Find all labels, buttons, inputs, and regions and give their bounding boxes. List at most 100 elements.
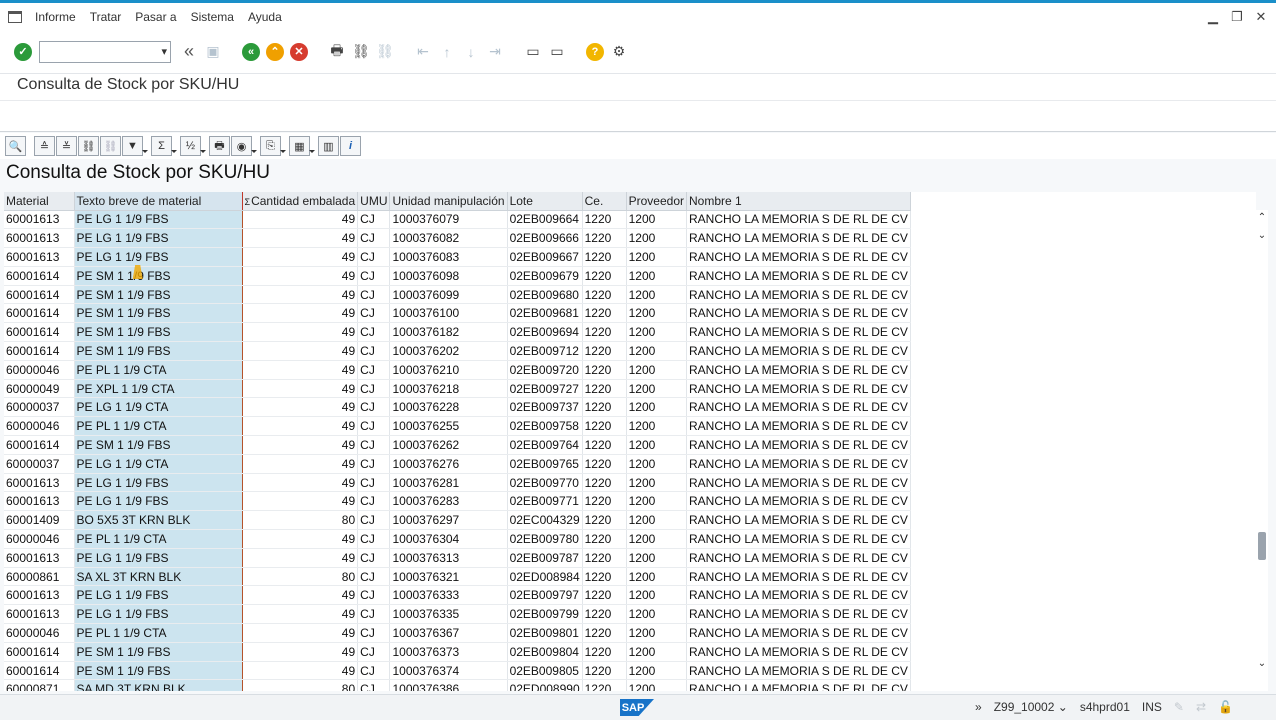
cell-proveedor[interactable]: 1200 <box>626 642 688 662</box>
cell-centro[interactable]: 1220 <box>582 604 627 625</box>
cell-umu[interactable]: CJ <box>357 510 391 531</box>
cell-proveedor[interactable]: 1200 <box>626 210 688 230</box>
cell-nombre[interactable]: RANCHO LA MEMORIA S DE RL DE CV <box>686 210 911 230</box>
cell-texto-breve[interactable]: PE LG 1 1/9 FBS <box>73 585 243 606</box>
cell-nombre[interactable]: RANCHO LA MEMORIA S DE RL DE CV <box>686 416 911 437</box>
cell-umu[interactable]: CJ <box>357 454 391 474</box>
help-icon[interactable]: ? <box>584 41 606 63</box>
cell-texto-breve[interactable]: PE SM 1 1/9 FBS <box>73 642 243 662</box>
information-icon[interactable]: i <box>340 136 361 156</box>
cell-unidad-manipulacion[interactable]: 1000376373 <box>389 642 508 662</box>
total-icon[interactable]: Σ <box>151 136 177 156</box>
cell-umu[interactable]: CJ <box>357 322 391 343</box>
cell-texto-breve[interactable]: PE LG 1 1/9 FBS <box>73 473 243 493</box>
cell-centro[interactable]: 1220 <box>582 416 627 437</box>
find-next-icon[interactable]: ⛓ <box>374 41 396 63</box>
cell-lote[interactable]: 02EB009680 <box>507 285 583 305</box>
cell-proveedor[interactable]: 1200 <box>626 341 688 361</box>
layout-icon[interactable]: ▦ <box>289 136 315 156</box>
cell-material[interactable]: 60001613 <box>4 228 75 249</box>
cell-cantidad[interactable]: 49 <box>242 604 359 625</box>
vertical-scrollbar[interactable]: ⌃ ⌄ ⌄ <box>1256 210 1268 691</box>
cell-unidad-manipulacion[interactable]: 1000376321 <box>389 567 508 587</box>
cell-centro[interactable]: 1220 <box>582 623 627 643</box>
cell-cantidad[interactable]: 49 <box>242 322 359 343</box>
cell-nombre[interactable]: RANCHO LA MEMORIA S DE RL DE CV <box>686 360 911 380</box>
cell-lote[interactable]: 02EB009765 <box>507 454 583 474</box>
menu-informe[interactable]: Informe <box>35 10 76 24</box>
cell-centro[interactable]: 1220 <box>582 360 627 380</box>
cell-lote[interactable]: 02EB009805 <box>507 661 583 681</box>
cell-cantidad[interactable]: 49 <box>242 210 359 230</box>
views-icon[interactable]: ◉ <box>231 136 257 156</box>
cell-lote[interactable]: 02EB009764 <box>507 435 583 455</box>
cell-unidad-manipulacion[interactable]: 1000376374 <box>389 661 508 681</box>
table-row[interactable]: 60001613 PE LG 1 1/9 FBS 49 CJ 1000376283 02E… <box>4 491 911 512</box>
cell-nombre[interactable]: RANCHO LA MEMORIA S DE RL DE CV <box>686 510 911 531</box>
next-page-icon[interactable]: ↓ <box>460 41 482 63</box>
cell-cantidad[interactable]: 80 <box>242 679 359 691</box>
table-row[interactable]: 60001614 PE SM 1 1/9 FBS 49 CJ 1000376202 02E… <box>4 341 911 361</box>
cell-material[interactable]: 60001613 <box>4 210 75 230</box>
cell-umu[interactable]: CJ <box>357 679 391 691</box>
cell-unidad-manipulacion[interactable]: 1000376218 <box>389 379 508 399</box>
cell-texto-breve[interactable]: PE SM 1 1/9 FBS <box>73 435 243 455</box>
sort-ascending-icon[interactable]: ≙ <box>34 136 55 156</box>
cell-nombre[interactable]: RANCHO LA MEMORIA S DE RL DE CV <box>686 548 911 568</box>
cell-proveedor[interactable]: 1200 <box>626 491 688 512</box>
table-row[interactable]: 60001614 PE SM 1 1/9 FBS 49 CJ 1000376262 02E… <box>4 435 911 455</box>
table-row[interactable]: 60000037 PE LG 1 1/9 CTA 49 CJ 1000376228 02E… <box>4 397 911 418</box>
subtotal-icon[interactable]: ½ <box>180 136 206 156</box>
cell-texto-breve[interactable]: PE SM 1 1/9 FBS <box>73 322 243 343</box>
cell-unidad-manipulacion[interactable]: 1000376262 <box>389 435 508 455</box>
cell-unidad-manipulacion[interactable]: 1000376079 <box>389 210 508 230</box>
cell-centro[interactable]: 1220 <box>582 379 627 399</box>
back-nav-icon[interactable]: « <box>178 41 200 63</box>
cell-material[interactable]: 60000046 <box>4 529 75 549</box>
cell-texto-breve[interactable]: PE LG 1 1/9 FBS <box>73 210 243 230</box>
cell-centro[interactable]: 1220 <box>582 548 627 568</box>
cancel-icon[interactable]: ✕ <box>288 41 310 63</box>
cell-texto-breve[interactable]: SA XL 3T KRN BLK <box>73 567 243 587</box>
table-row[interactable]: 60001613 PE LG 1 1/9 FBS 49 CJ 1000376335 02E… <box>4 604 911 625</box>
cell-cantidad[interactable]: 49 <box>242 397 359 418</box>
cell-proveedor[interactable]: 1200 <box>626 247 688 267</box>
cell-unidad-manipulacion[interactable]: 1000376283 <box>389 491 508 512</box>
cell-nombre[interactable]: RANCHO LA MEMORIA S DE RL DE CV <box>686 435 911 455</box>
cell-nombre[interactable]: RANCHO LA MEMORIA S DE RL DE CV <box>686 247 911 267</box>
cell-centro[interactable]: 1220 <box>582 529 627 549</box>
cell-unidad-manipulacion[interactable]: 1000376313 <box>389 548 508 568</box>
col-material[interactable]: Material <box>4 192 75 211</box>
cell-proveedor[interactable]: 1200 <box>626 322 688 343</box>
table-row[interactable]: 60000046 PE PL 1 1/9 CTA 49 CJ 1000376304 02E… <box>4 529 911 549</box>
cell-umu[interactable]: CJ <box>357 473 391 493</box>
cell-centro[interactable]: 1220 <box>582 661 627 681</box>
cell-unidad-manipulacion[interactable]: 1000376255 <box>389 416 508 437</box>
cell-lote[interactable]: 02EB009804 <box>507 642 583 662</box>
export-icon[interactable]: ⎘ <box>260 136 286 156</box>
col-lote[interactable]: Lote <box>507 192 583 211</box>
cell-unidad-manipulacion[interactable]: 1000376367 <box>389 623 508 643</box>
cell-texto-breve[interactable]: PE LG 1 1/9 CTA <box>73 397 243 418</box>
menu-sistema[interactable]: Sistema <box>191 10 234 24</box>
table-row[interactable]: 60001614 PE SM 1 1/9 FBS 49 CJ 1000376373 02E… <box>4 642 911 662</box>
cell-texto-breve[interactable]: PE XPL 1 1/9 CTA <box>73 379 243 399</box>
cell-umu[interactable]: CJ <box>357 416 391 437</box>
table-row[interactable]: 60000046 PE PL 1 1/9 CTA 49 CJ 1000376210 02E… <box>4 360 911 380</box>
cell-umu[interactable]: CJ <box>357 529 391 549</box>
table-row[interactable]: 60001614 PE SM 1 1/9 FBS 49 CJ 1000376374 02E… <box>4 661 911 681</box>
cell-nombre[interactable]: RANCHO LA MEMORIA S DE RL DE CV <box>686 529 911 549</box>
menu-ayuda[interactable]: Ayuda <box>248 10 282 24</box>
cell-material[interactable]: 60001613 <box>4 585 75 606</box>
cell-umu[interactable]: CJ <box>357 435 391 455</box>
transaction-code[interactable]: Z99_10002 ⌄ <box>994 700 1068 714</box>
cell-proveedor[interactable]: 1200 <box>626 604 688 625</box>
enter-icon[interactable]: ✓ <box>12 41 34 63</box>
cell-centro[interactable]: 1220 <box>582 642 627 662</box>
cell-umu[interactable]: CJ <box>357 642 391 662</box>
table-row[interactable]: 60001614 PE SM 1 1/9 FBS 49 CJ 1000376100 02E… <box>4 303 911 324</box>
cell-proveedor[interactable]: 1200 <box>626 679 688 691</box>
cell-nombre[interactable]: RANCHO LA MEMORIA S DE RL DE CV <box>686 285 911 305</box>
cell-umu[interactable]: CJ <box>357 623 391 643</box>
cell-umu[interactable]: CJ <box>357 567 391 587</box>
